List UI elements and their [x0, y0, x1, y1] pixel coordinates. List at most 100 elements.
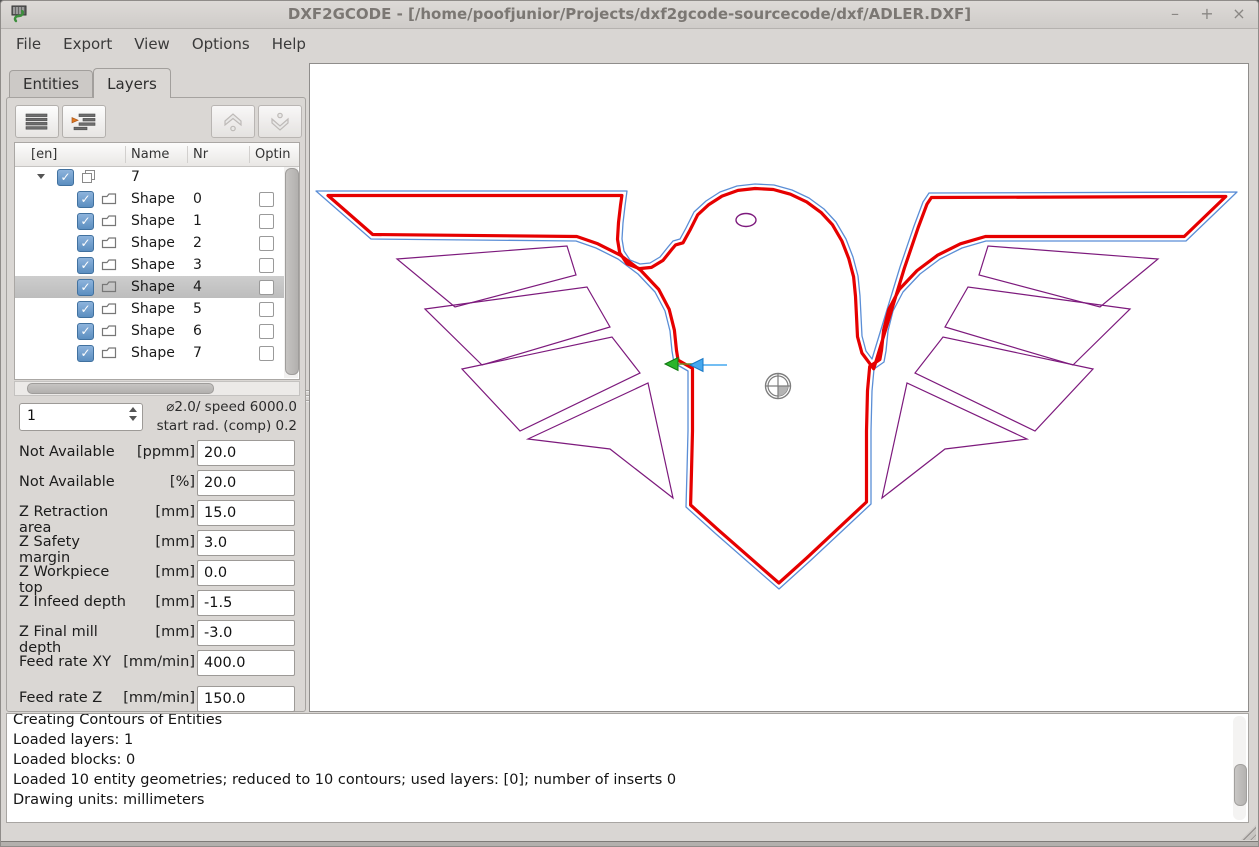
log-line-2: Loaded blocks: 0 [13, 750, 1242, 770]
shape-number-spinner[interactable]: 1 [19, 403, 143, 431]
scrollbar-thumb[interactable] [1234, 764, 1247, 806]
log-line-3: Loaded 10 entity geometries; reduced to … [13, 770, 1242, 790]
tool-start-radius: start rad. (comp) 0.2 [142, 417, 297, 436]
shape-checkbox[interactable]: ✓ [77, 323, 94, 340]
optimal-checkbox[interactable] [259, 302, 274, 317]
tab-layers[interactable]: Layers [93, 68, 171, 98]
message-log[interactable]: Creating Contours of EntitiesLoaded laye… [6, 713, 1249, 823]
layers-toolbar [15, 105, 297, 137]
expander-icon[interactable] [37, 174, 45, 179]
feather-contour-left-1 [425, 287, 610, 365]
minimize-button[interactable]: – [1166, 4, 1184, 24]
layer-name: 7 [131, 169, 140, 185]
tree-header[interactable]: [en] Name Nr Optin [15, 143, 299, 167]
shape-nr: 6 [193, 323, 202, 339]
shape-nr: 7 [193, 345, 202, 361]
optimal-checkbox[interactable] [259, 236, 274, 251]
optimal-checkbox[interactable] [259, 192, 274, 207]
column-header-3[interactable]: Optin [255, 147, 290, 162]
scrollbar-thumb[interactable] [27, 383, 214, 394]
move-down-button[interactable] [258, 105, 302, 138]
param-input[interactable] [197, 590, 295, 616]
expand-all-button[interactable] [62, 105, 106, 138]
menu-bar: FileExportViewOptionsHelp [1, 29, 1258, 58]
optimal-checkbox[interactable] [259, 214, 274, 229]
scrollbar-thumb[interactable] [285, 168, 299, 375]
column-header-0[interactable]: [en] [31, 147, 57, 162]
drawing-svg [310, 64, 1248, 711]
feather-contour-right-1 [945, 287, 1130, 365]
expand-all-icon [71, 113, 97, 131]
layers-tree[interactable]: [en]NameNrOptin ✓7✓Shape0✓Shape1✓Shape2✓… [14, 142, 300, 380]
shape-checkbox[interactable]: ✓ [77, 191, 94, 208]
column-header-2[interactable]: Nr [193, 147, 208, 162]
tree-body: ✓7✓Shape0✓Shape1✓Shape2✓Shape3✓Shape4✓Sh… [15, 166, 299, 379]
tree-row-shape-1[interactable]: ✓Shape1 [15, 210, 299, 232]
tree-row-shape-2[interactable]: ✓Shape2 [15, 232, 299, 254]
layer-checkbox[interactable]: ✓ [57, 169, 74, 186]
shape-checkbox[interactable]: ✓ [77, 235, 94, 252]
shape-nr: 5 [193, 301, 202, 317]
tree-row-shape-6[interactable]: ✓ Shape 6 [15, 320, 299, 342]
collapse-all-button[interactable] [15, 105, 59, 138]
param-input[interactable] [197, 500, 295, 526]
drawing-canvas[interactable] [309, 63, 1249, 712]
optimal-checkbox[interactable] [259, 280, 274, 295]
menu-item-file[interactable]: File [5, 32, 52, 56]
param-unit: [mm] [155, 534, 195, 550]
tree-horizontal-scrollbar[interactable] [14, 381, 300, 396]
param-unit: [mm/min] [123, 690, 195, 706]
window-bottom-edge [1, 841, 1258, 846]
log-line-1: Loaded layers: 1 [13, 730, 1242, 750]
spinner-up-icon[interactable] [129, 407, 137, 412]
menu-item-help[interactable]: Help [261, 32, 317, 56]
param-input[interactable] [197, 470, 295, 496]
optimal-checkbox[interactable] [259, 324, 274, 339]
tree-row-shape-7[interactable]: ✓ Shape 7 [15, 342, 299, 364]
param-input[interactable] [197, 440, 295, 466]
menu-item-view[interactable]: View [123, 32, 181, 56]
tree-row-layer[interactable]: ✓7 [15, 166, 299, 188]
maximize-button[interactable]: + [1198, 4, 1216, 24]
menu-item-options[interactable]: Options [181, 32, 261, 56]
title-bar[interactable]: DXF2GCODE - [/home/poofjunior/Projects/d… [1, 1, 1258, 29]
param-row-0: Not Available[ppmm] [15, 440, 299, 470]
layers-panel: [en]NameNrOptin ✓7✓Shape0✓Shape1✓Shape2✓… [6, 97, 306, 712]
tree-row-shape-4[interactable]: ✓Shape4 [15, 276, 299, 298]
param-input[interactable] [197, 686, 295, 712]
tree-row-shape-3[interactable]: ✓Shape3 [15, 254, 299, 276]
tree-row-shape-5[interactable]: ✓Shape5 [15, 298, 299, 320]
shape-checkbox[interactable]: ✓ [77, 301, 94, 318]
param-input[interactable] [197, 650, 295, 676]
log-vertical-scrollbar[interactable] [1233, 716, 1246, 820]
move-up-button[interactable] [211, 105, 255, 138]
optimal-checkbox[interactable] [259, 258, 274, 273]
shape-name: Shape [131, 345, 175, 361]
tab-entities[interactable]: Entities [9, 70, 93, 98]
optimal-checkbox[interactable] [259, 346, 274, 361]
window-resize-grip[interactable] [1241, 825, 1256, 840]
param-input[interactable] [197, 530, 295, 556]
param-input[interactable] [197, 620, 295, 646]
spinner-down-icon[interactable] [129, 416, 137, 421]
param-row-1: Not Available[%] [15, 470, 299, 500]
param-unit: [mm] [155, 564, 195, 580]
shape-checkbox[interactable]: ✓ [77, 257, 94, 274]
param-input[interactable] [197, 560, 295, 586]
param-unit: [ppmm] [137, 444, 195, 460]
param-unit: [mm] [155, 594, 195, 610]
param-row-2: Z Retraction area[mm] [15, 500, 299, 530]
tree-vertical-scrollbar[interactable] [284, 167, 298, 378]
column-header-1[interactable]: Name [131, 147, 169, 162]
shape-checkbox[interactable]: ✓ [77, 279, 94, 296]
parameters-form: Not Available[ppmm]Not Available[%]Z Ret… [15, 440, 299, 716]
close-button[interactable]: × [1230, 4, 1248, 24]
shape-checkbox[interactable]: ✓ [77, 213, 94, 230]
shape-checkbox[interactable]: ✓ [77, 345, 94, 362]
shape-name: Shape [131, 323, 175, 339]
tree-row-shape-0[interactable]: ✓Shape0 [15, 188, 299, 210]
tool-diameter-speed: ⌀2.0/ speed 6000.0 [142, 398, 297, 417]
feather-contour-left-2 [462, 337, 640, 431]
param-row-3: Z Safety margin[mm] [15, 530, 299, 560]
menu-item-export[interactable]: Export [52, 32, 123, 56]
